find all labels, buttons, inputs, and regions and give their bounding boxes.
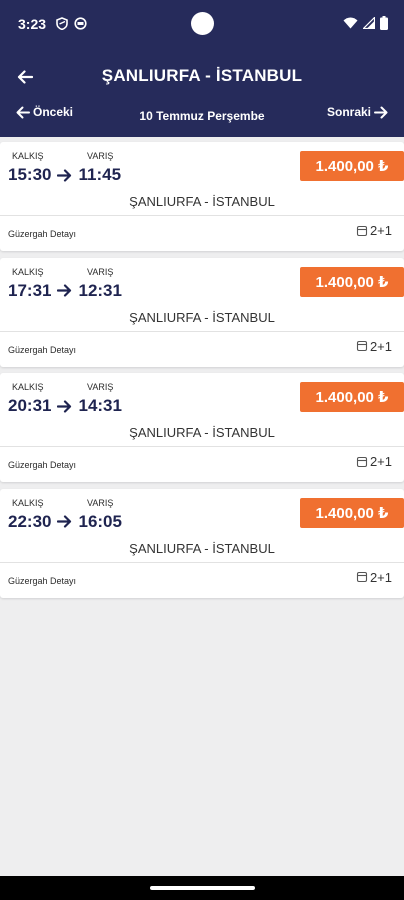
- arrow-right-icon: [57, 284, 72, 297]
- route-name: ŞANLIURFA - İSTANBUL: [129, 309, 275, 325]
- seat-layout-label: 2+1: [369, 454, 392, 469]
- route-name: ŞANLIURFA - İSTANBUL: [129, 425, 275, 440]
- price-button[interactable]: 1.400,00 ₺: [300, 151, 404, 181]
- arrival-label: VARIŞ: [87, 382, 114, 392]
- trip-card[interactable]: KALKIŞ VARIŞ 20:31 14:31 1.400,00 ₺ ŞANL…: [0, 373, 404, 482]
- arrival-time: 12:31: [78, 280, 122, 300]
- route-name: ŞANLIURFA - İSTANBUL: [129, 194, 275, 209]
- page-title: ŞANLIURFA - İSTANBUL: [101, 66, 303, 85]
- wifi-icon: [343, 17, 358, 29]
- departure-time: 15:30: [8, 165, 52, 184]
- arrival-time: 16:05: [78, 511, 122, 531]
- trip-card[interactable]: KALKIŞ VARIŞ 17:31 12:31 1.400,00 ₺ ŞANL…: [0, 257, 404, 367]
- seat-icon: [356, 225, 367, 236]
- seat-layout: 2+1: [356, 454, 392, 469]
- trip-card[interactable]: KALKIŞ VARIŞ 22:30 16:05 1.400,00 ₺ ŞANL…: [0, 488, 404, 598]
- title-row: ŞANLIURFA - İSTANBUL: [0, 58, 404, 94]
- arrow-right-icon: [57, 168, 72, 182]
- price-button[interactable]: 1.400,00 ₺: [300, 497, 404, 528]
- system-navigation-bar: [0, 876, 404, 900]
- status-icons-right: [343, 16, 388, 30]
- next-day-label: Sonraki: [326, 105, 371, 119]
- arrow-right-icon: [374, 106, 388, 118]
- route-detail-link[interactable]: Güzergah Detayı: [8, 345, 76, 355]
- seat-layout: 2+1: [356, 339, 392, 354]
- departure-label: KALKIŞ: [12, 382, 44, 392]
- trip-times: 17:31 12:31: [8, 281, 122, 301]
- card-divider: [0, 561, 404, 563]
- departure-label: KALKIŞ: [12, 497, 44, 508]
- card-divider: [0, 330, 404, 332]
- departure-label: KALKIŞ: [12, 151, 44, 161]
- arrow-right-icon: [57, 399, 72, 413]
- seat-layout-label: 2+1: [369, 569, 392, 585]
- departure-time: 17:31: [8, 280, 52, 300]
- trip-times: 20:31 14:31: [8, 396, 122, 416]
- trip-list: KALKIŞ VARIŞ 15:30 11:45 1.400,00 ₺ ŞANL…: [0, 142, 404, 604]
- arrival-label: VARIŞ: [87, 497, 114, 508]
- departure-time: 22:30: [8, 511, 52, 531]
- price-button[interactable]: 1.400,00 ₺: [300, 266, 404, 297]
- departure-time: 20:31: [8, 396, 52, 415]
- route-detail-link[interactable]: Güzergah Detayı: [8, 576, 76, 586]
- date-navigation: Önceki 10 Temmuz Perşembe Sonraki: [0, 101, 404, 129]
- app-notification-icon: [74, 17, 87, 30]
- seat-layout: 2+1: [356, 570, 392, 585]
- seat-icon: [356, 571, 367, 583]
- departure-label: KALKIŞ: [12, 266, 44, 277]
- status-time: 3:23: [18, 16, 47, 32]
- app-header: 3:23 ŞANLIURFA - İSTANBUL Önceki 10 Temm…: [0, 0, 404, 137]
- route-detail-link[interactable]: Güzergah Detayı: [8, 460, 76, 470]
- status-bar: 3:23: [0, 0, 404, 48]
- home-indicator[interactable]: [150, 886, 255, 890]
- next-day-button[interactable]: Sonraki: [327, 105, 388, 119]
- arrival-label: VARIŞ: [87, 266, 114, 277]
- trip-times: 15:30 11:45: [8, 165, 121, 185]
- arrival-time: 11:45: [78, 165, 122, 184]
- card-divider: [0, 446, 404, 447]
- arrival-time: 14:31: [78, 396, 122, 415]
- price-button[interactable]: 1.400,00 ₺: [300, 382, 404, 412]
- arrow-right-icon: [57, 515, 72, 528]
- seat-icon: [356, 340, 367, 352]
- shield-icon: [56, 17, 68, 30]
- card-divider: [0, 215, 404, 216]
- route-detail-link[interactable]: Güzergah Detayı: [8, 229, 76, 239]
- route-name: ŞANLIURFA - İSTANBUL: [129, 540, 275, 556]
- seat-icon: [356, 456, 367, 467]
- seat-layout-label: 2+1: [369, 338, 392, 354]
- battery-icon: [380, 16, 388, 30]
- status-icons-left: [56, 17, 87, 30]
- camera-cutout: [191, 12, 214, 35]
- arrival-label: VARIŞ: [87, 151, 114, 161]
- trip-times: 22:30 16:05: [8, 512, 122, 532]
- trip-card[interactable]: KALKIŞ VARIŞ 15:30 11:45 1.400,00 ₺ ŞANL…: [0, 142, 404, 251]
- seat-layout-label: 2+1: [369, 223, 392, 238]
- seat-layout: 2+1: [356, 223, 392, 238]
- signal-icon: [363, 17, 375, 29]
